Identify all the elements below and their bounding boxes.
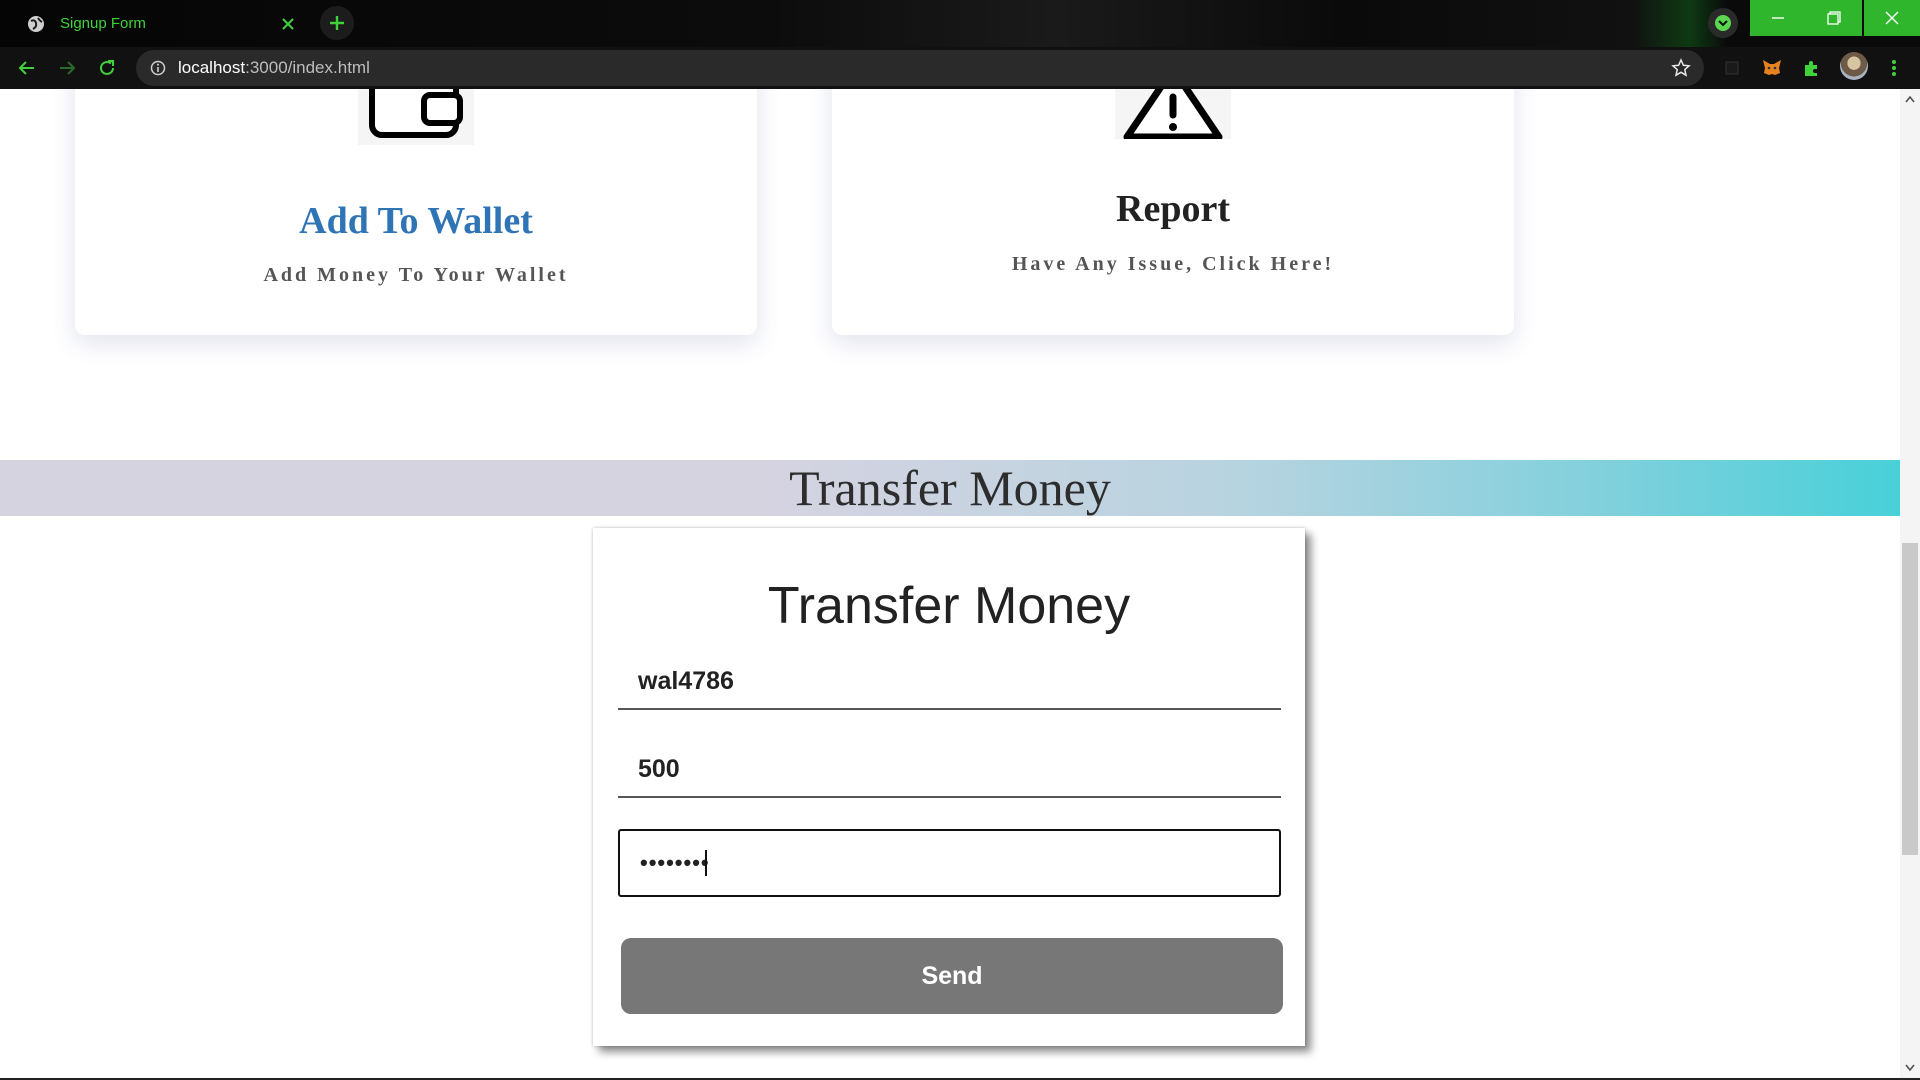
avatar[interactable] (1840, 52, 1868, 80)
address-bar[interactable]: localhost:3000/index.html (136, 50, 1704, 86)
arrow-left-icon (18, 61, 34, 75)
card-subtitle: Add Money To Your Wallet (263, 264, 569, 286)
scrollbar-thumb[interactable] (1902, 543, 1918, 855)
add-to-wallet-card[interactable]: Add To Wallet Add Money To Your Wallet (75, 89, 757, 335)
vertical-scrollbar[interactable] (1900, 89, 1920, 1078)
chevron-down-icon (1715, 15, 1731, 31)
star-icon[interactable] (1668, 55, 1694, 81)
metamask-icon[interactable] (1760, 56, 1784, 80)
card-subtitle: Have Any Issue, Click Here! (1011, 253, 1335, 275)
reload-icon (100, 60, 114, 75)
password-field[interactable] (618, 829, 1281, 897)
reload-button[interactable] (92, 53, 122, 83)
new-tab-button[interactable] (320, 6, 354, 40)
page-viewport: Add To Wallet Add Money To Your Wallet R… (0, 89, 1900, 1078)
close-icon (1885, 11, 1899, 25)
close-window-button[interactable] (1864, 0, 1920, 36)
globe-icon (26, 14, 46, 34)
send-button[interactable]: Send (621, 938, 1283, 1014)
forward-button[interactable] (52, 53, 82, 83)
extension-badge[interactable] (1708, 8, 1738, 38)
section-banner: Transfer Money (0, 460, 1900, 516)
menu-kebab-icon[interactable] (1882, 56, 1906, 80)
extension-icon[interactable] (1720, 56, 1744, 80)
url-text: localhost:3000/index.html (178, 58, 1668, 78)
browser-toolbar: localhost:3000/index.html (0, 47, 1920, 89)
amount-field[interactable] (618, 742, 1281, 798)
warning-icon (1115, 89, 1231, 141)
recipient-field[interactable] (618, 654, 1281, 710)
arrow-right-icon (60, 61, 76, 75)
plus-icon (330, 16, 344, 30)
restore-icon (1827, 11, 1841, 25)
tab-title: Signup Form (60, 15, 146, 32)
url-host: localhost (178, 58, 246, 77)
browser-tab-bar: Signup Form (0, 0, 1920, 47)
form-title: Transfer Money (767, 577, 1131, 635)
card-title: Report (1116, 188, 1230, 230)
card-title: Add To Wallet (299, 200, 533, 242)
minimize-icon (1772, 17, 1784, 19)
text-caret (705, 850, 707, 876)
report-card[interactable]: Report Have Any Issue, Click Here! (832, 89, 1514, 335)
browser-tab[interactable]: Signup Form (12, 4, 308, 43)
scroll-up-icon[interactable] (1904, 93, 1916, 105)
restore-button[interactable] (1806, 0, 1862, 36)
minimize-button[interactable] (1750, 0, 1806, 36)
url-path: :3000/index.html (245, 58, 370, 77)
close-tab-icon[interactable] (276, 12, 300, 36)
scroll-down-icon[interactable] (1904, 1062, 1916, 1074)
transfer-form: Transfer Money Send (593, 528, 1305, 1046)
puzzle-icon[interactable] (1800, 56, 1824, 80)
back-button[interactable] (12, 53, 42, 83)
info-icon[interactable] (148, 58, 168, 78)
wallet-icon (358, 89, 474, 145)
